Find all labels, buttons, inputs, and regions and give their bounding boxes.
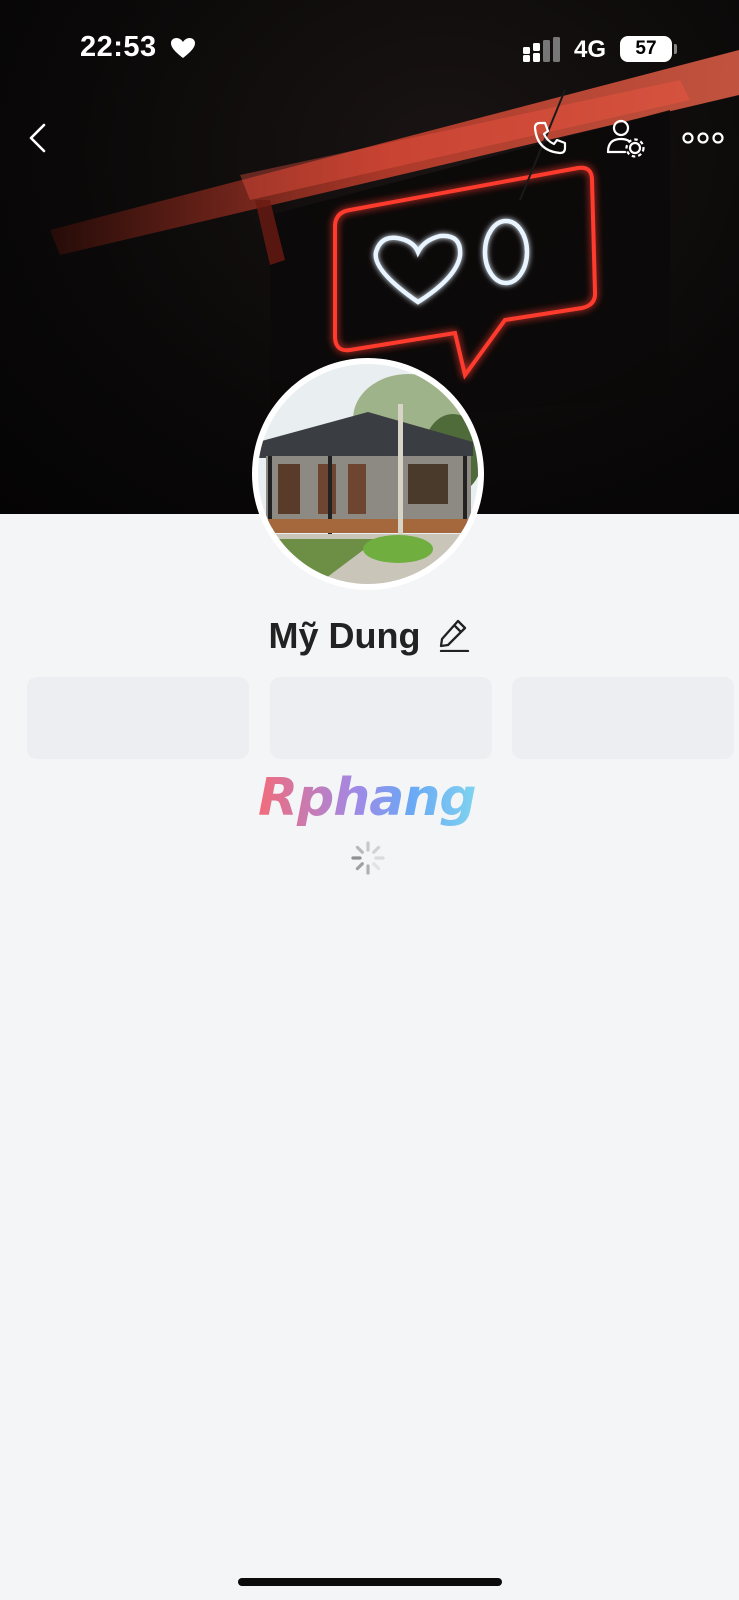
loading-spinner-icon (350, 840, 386, 881)
home-indicator[interactable] (238, 1578, 502, 1586)
phone-icon[interactable] (532, 120, 568, 161)
watermark-logo: Rphang (258, 768, 483, 830)
battery-level: 57 (620, 36, 672, 62)
avatar[interactable] (252, 358, 484, 590)
heart-icon (170, 37, 196, 64)
edit-name-icon[interactable] (438, 618, 470, 657)
network-type: 4G (574, 36, 607, 63)
profile-name-row: Mỹ Dung (0, 606, 739, 666)
back-icon[interactable] (26, 122, 50, 159)
profile-name: Mỹ Dung (268, 615, 421, 656)
signal-icon (523, 37, 563, 68)
battery-tip (674, 44, 677, 54)
skeleton-card-2 (270, 677, 492, 759)
user-settings-icon[interactable] (606, 118, 646, 163)
avatar-image (258, 364, 478, 584)
watermark-text: Rphang (258, 768, 477, 828)
more-icon[interactable] (682, 130, 724, 151)
skeleton-card-1 (27, 677, 249, 759)
status-bar: 22:53 4G 57 (0, 0, 739, 100)
status-time: 22:53 (80, 31, 157, 63)
skeleton-card-3 (512, 677, 734, 759)
